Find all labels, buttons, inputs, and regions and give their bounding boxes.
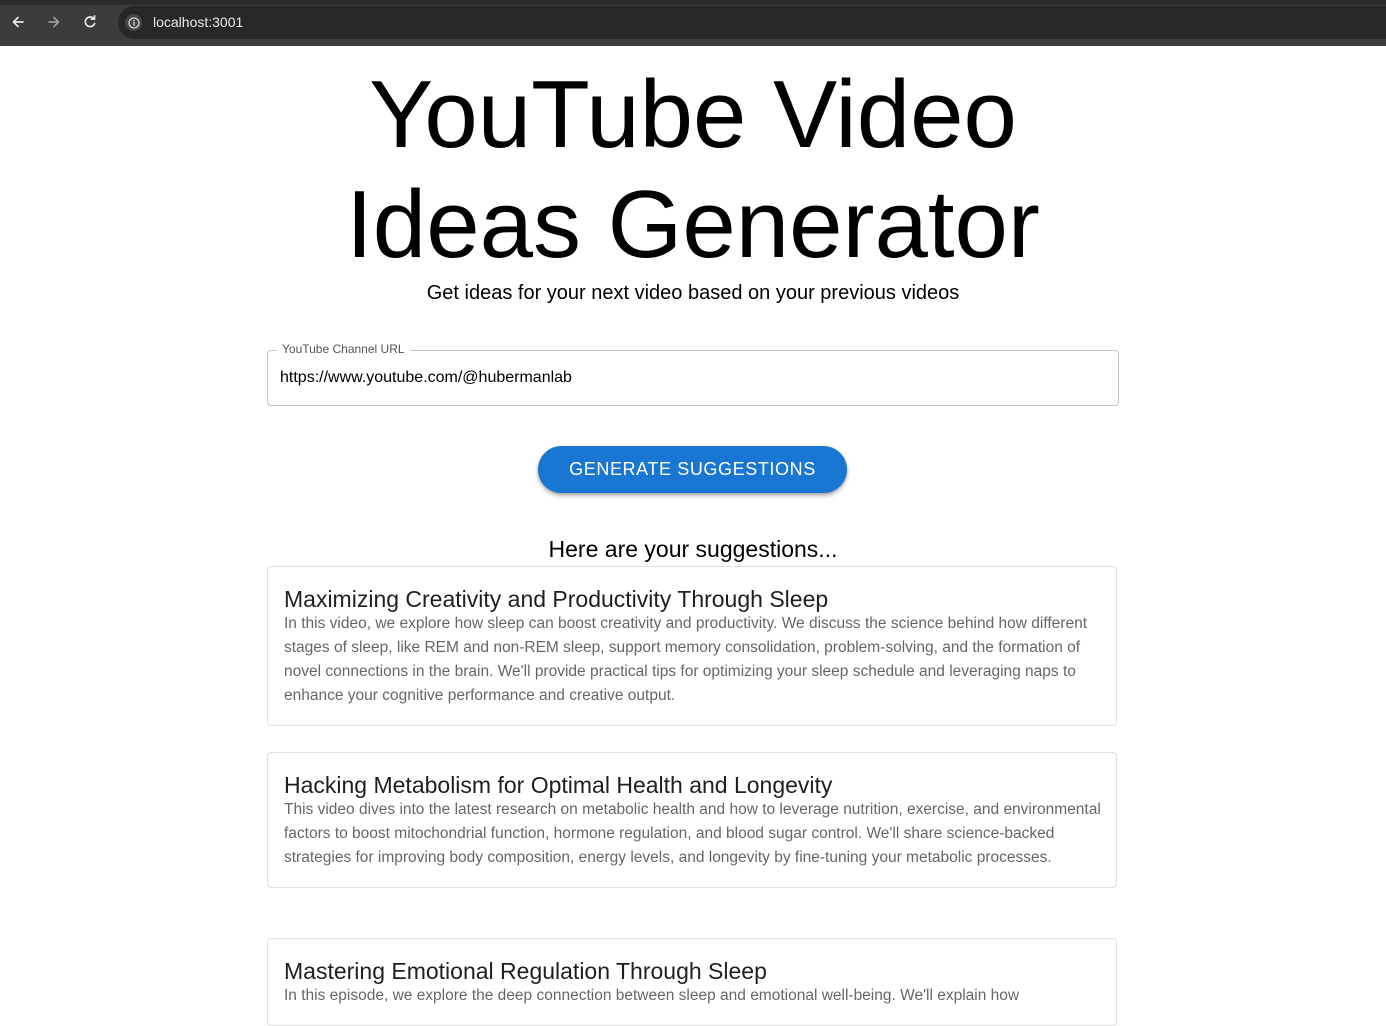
- tab-strip: [0, 0, 1386, 5]
- generate-suggestions-button[interactable]: GENERATE SUGGESTIONS: [538, 446, 847, 493]
- arrow-left-icon[interactable]: [6, 10, 30, 34]
- suggestions-heading: Here are your suggestions...: [548, 536, 838, 562]
- suggestion-description: In this video, we explore how sleep can …: [284, 615, 1087, 704]
- channel-url-field[interactable]: YouTube Channel URL: [267, 342, 1119, 406]
- page-title: YouTube Video Ideas Generator: [0, 60, 1386, 280]
- title-line-1: YouTube Video: [369, 61, 1017, 168]
- suggestion-card: Hacking Metabolism for Optimal Health an…: [267, 752, 1117, 888]
- channel-url-input[interactable]: [280, 351, 1100, 405]
- title-line-2: Ideas Generator: [346, 171, 1040, 278]
- suggestion-title: Maximizing Creativity and Productivity T…: [284, 586, 829, 612]
- suggestion-card: Maximizing Creativity and Productivity T…: [267, 566, 1117, 726]
- suggestion-description: In this episode, we explore the deep con…: [284, 987, 1020, 1004]
- page-subtitle: Get ideas for your next video based on y…: [426, 282, 960, 304]
- browser-toolbar: localhost:3001: [0, 0, 1386, 46]
- info-icon[interactable]: [125, 14, 142, 31]
- arrow-right-icon[interactable]: [42, 10, 66, 34]
- suggestion-title: Hacking Metabolism for Optimal Health an…: [284, 772, 833, 798]
- suggestion-description: This video dives into the latest researc…: [284, 801, 1101, 866]
- suggestion-title: Mastering Emotional Regulation Through S…: [284, 958, 767, 984]
- reload-icon[interactable]: [78, 10, 102, 34]
- address-url[interactable]: localhost:3001: [153, 14, 243, 30]
- page-content: YouTube Video Ideas Generator Get ideas …: [0, 46, 1386, 1026]
- address-bar[interactable]: localhost:3001: [118, 6, 1386, 39]
